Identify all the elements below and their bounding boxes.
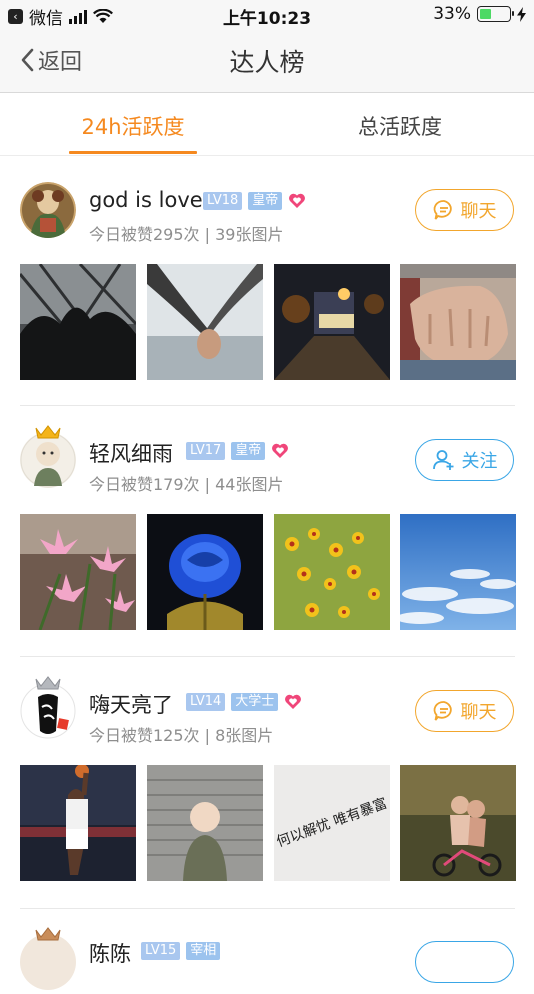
- user-name[interactable]: 轻风细雨: [89, 438, 173, 468]
- photo-strip: [20, 514, 516, 630]
- divider: [20, 405, 515, 406]
- tab-bar: 24h活跃度 总活跃度: [0, 93, 534, 156]
- follow-button-label: 关注: [461, 451, 498, 472]
- photo-thumbnail[interactable]: [400, 264, 516, 380]
- level-badge: LV15: [141, 942, 181, 960]
- nav-bar: 返回 达人榜: [0, 30, 534, 93]
- photo-strip: [20, 264, 516, 380]
- heart-icon: [289, 193, 306, 208]
- divider: [0, 155, 534, 156]
- tab-24h-activity[interactable]: 24h活跃度: [69, 111, 197, 141]
- battery-icon: [477, 6, 514, 22]
- avatar[interactable]: [20, 425, 76, 488]
- photo-thumbnail[interactable]: [400, 765, 516, 881]
- photo-strip: 何以解忧 唯有暴富: [20, 765, 516, 881]
- tab-active-indicator: [69, 151, 197, 154]
- rank-badge: 皇帝: [231, 442, 266, 460]
- user-stats: 今日被赞179次 | 44张图片: [89, 475, 284, 494]
- heart-icon: [285, 694, 302, 709]
- user-name[interactable]: god is love: [89, 188, 203, 212]
- divider: [20, 908, 515, 909]
- follow-button[interactable]: 关注: [415, 439, 514, 481]
- user-badges: LV17 皇帝: [186, 442, 289, 460]
- avatar[interactable]: [20, 676, 76, 739]
- chat-bubble-icon: [433, 701, 452, 721]
- photo-thumbnail[interactable]: [20, 765, 136, 881]
- follow-button[interactable]: [415, 941, 514, 983]
- photo-thumbnail[interactable]: [274, 264, 390, 380]
- add-user-icon: [432, 450, 453, 470]
- battery-percent: 33%: [433, 4, 471, 24]
- photo-thumbnail[interactable]: [20, 514, 136, 630]
- photo-thumbnail[interactable]: [147, 514, 263, 630]
- user-name[interactable]: 嗨天亮了: [89, 689, 173, 719]
- avatar[interactable]: [20, 927, 76, 990]
- level-badge: LV17: [186, 442, 226, 460]
- page-title: 达人榜: [229, 48, 305, 77]
- user-badges: LV18 皇帝: [203, 192, 306, 210]
- status-right: 33%: [433, 4, 526, 24]
- tab-total-activity[interactable]: 总活跃度: [340, 111, 460, 141]
- divider: [20, 656, 515, 657]
- rank-badge: 大学士: [231, 693, 279, 711]
- level-badge: LV18: [203, 192, 243, 210]
- avatar[interactable]: [20, 182, 76, 238]
- chat-button-label: 聊天: [460, 702, 497, 723]
- photo-thumbnail[interactable]: [147, 264, 263, 380]
- photo-thumbnail[interactable]: [20, 264, 136, 380]
- chat-button[interactable]: 聊天: [415, 690, 514, 732]
- photo-thumbnail[interactable]: [400, 514, 516, 630]
- photo-thumbnail[interactable]: [147, 765, 263, 881]
- chat-button[interactable]: 聊天: [415, 189, 514, 231]
- chat-button-label: 聊天: [460, 201, 497, 222]
- level-badge: LV14: [186, 693, 226, 711]
- heart-icon: [272, 443, 289, 458]
- rank-badge: 皇帝: [248, 192, 283, 210]
- rank-badge: 宰相: [186, 942, 221, 960]
- user-badges: LV15 宰相: [141, 942, 221, 960]
- photo-thumbnail[interactable]: [274, 514, 390, 630]
- user-stats: 今日被赞125次 | 8张图片: [89, 726, 274, 745]
- user-stats: 今日被赞295次 | 39张图片: [89, 225, 284, 244]
- user-name[interactable]: 陈陈: [89, 938, 131, 968]
- chat-bubble-icon: [433, 200, 452, 220]
- photo-thumbnail[interactable]: 何以解忧 唯有暴富: [274, 765, 390, 881]
- user-badges: LV14 大学士: [186, 693, 302, 711]
- charging-icon: [517, 6, 526, 22]
- status-bar: ‹ 微信 上午10:23 33%: [0, 0, 534, 30]
